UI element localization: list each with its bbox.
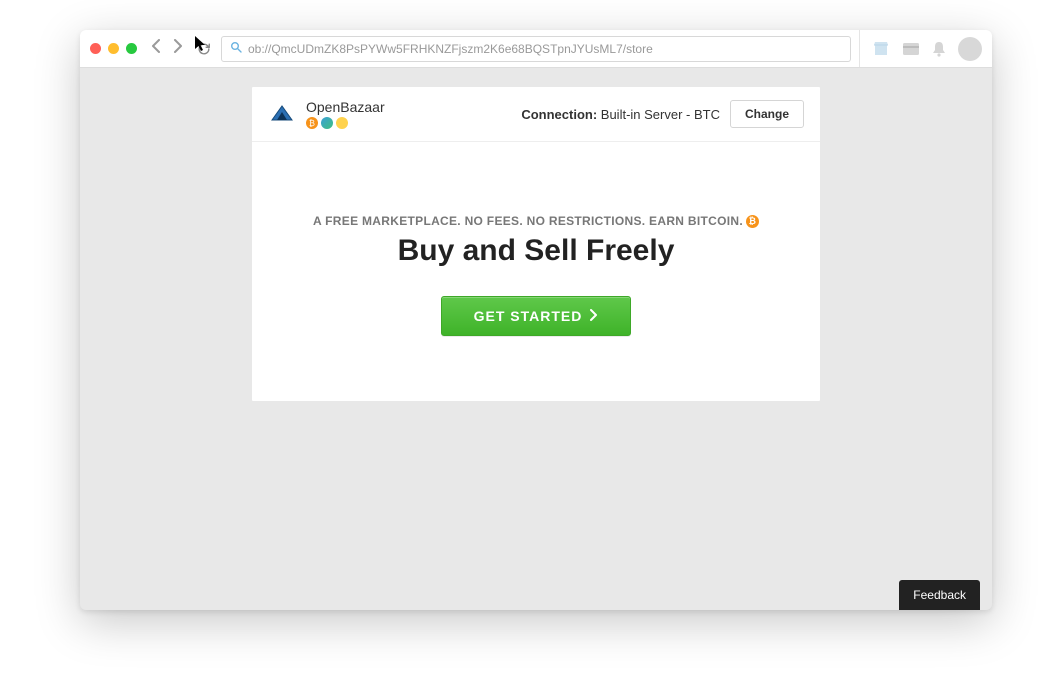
feedback-button[interactable]: Feedback xyxy=(899,580,980,610)
forward-button[interactable] xyxy=(173,39,183,58)
bitcoin-badge-icon: ₿ xyxy=(306,117,318,129)
notifications-icon[interactable] xyxy=(932,41,946,57)
connection-area: Connection: Built-in Server - BTC Change xyxy=(521,100,804,128)
brand-badges: ₿ xyxy=(306,117,385,129)
tagline-text: A FREE MARKETPLACE. NO FEES. NO RESTRICT… xyxy=(313,214,743,228)
globe-badge-icon xyxy=(321,117,333,129)
app-window: OpenBazaar ₿ Connection: Built-in Server… xyxy=(80,30,992,610)
bitcoin-icon: ₿ xyxy=(746,215,759,228)
coin-badge-icon xyxy=(336,117,348,129)
chevron-right-icon xyxy=(590,308,598,324)
maximize-window-button[interactable] xyxy=(126,43,137,54)
brand-logo-icon xyxy=(268,100,296,128)
minimize-window-button[interactable] xyxy=(108,43,119,54)
card-header: OpenBazaar ₿ Connection: Built-in Server… xyxy=(252,87,820,142)
address-bar[interactable] xyxy=(221,36,851,62)
change-connection-button[interactable]: Change xyxy=(730,100,804,128)
titlebar xyxy=(80,30,992,68)
content-area: OpenBazaar ₿ Connection: Built-in Server… xyxy=(80,68,992,402)
connection-label: Connection: xyxy=(521,107,597,122)
window-controls xyxy=(90,43,137,54)
wallet-icon[interactable] xyxy=(902,42,920,56)
close-window-button[interactable] xyxy=(90,43,101,54)
avatar[interactable] xyxy=(958,37,982,61)
card-body: A FREE MARKETPLACE. NO FEES. NO RESTRICT… xyxy=(252,142,820,386)
tagline: A FREE MARKETPLACE. NO FEES. NO RESTRICT… xyxy=(313,214,759,228)
nav-arrows xyxy=(151,39,183,58)
toolbar-right xyxy=(859,30,982,67)
search-icon xyxy=(230,41,242,56)
connection-value: Built-in Server - BTC xyxy=(601,107,720,122)
get-started-button[interactable]: GET STARTED xyxy=(441,296,632,336)
reload-button[interactable] xyxy=(197,42,211,56)
store-icon[interactable] xyxy=(872,41,890,57)
brand-name: OpenBazaar xyxy=(306,99,385,115)
cta-label: GET STARTED xyxy=(474,308,583,324)
address-input[interactable] xyxy=(248,42,842,56)
connection-text: Connection: Built-in Server - BTC xyxy=(521,107,720,122)
back-button[interactable] xyxy=(151,39,161,58)
brand-info: OpenBazaar ₿ xyxy=(306,99,385,129)
welcome-card: OpenBazaar ₿ Connection: Built-in Server… xyxy=(251,86,821,402)
headline: Buy and Sell Freely xyxy=(272,234,800,268)
